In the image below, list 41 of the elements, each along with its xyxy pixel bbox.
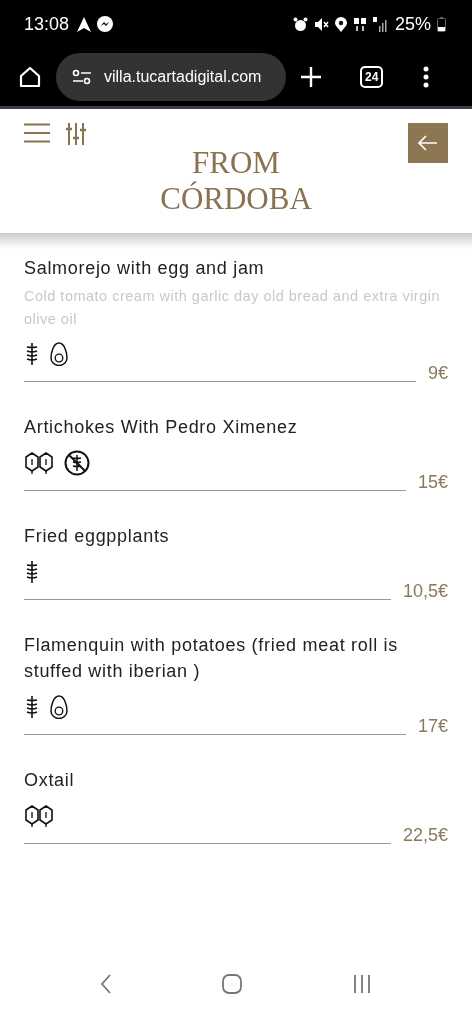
dish-name: Oxtail [24,769,76,792]
tab-count-button[interactable]: 24 [360,66,384,88]
signal-icon [372,16,389,32]
dish-price: 15€ [417,472,448,493]
navigation-icon [77,16,92,32]
wheat-icon [24,695,40,719]
dish-name: Flamenquin with potatoes (fried meat roll is stuffed with iberian ) [24,634,399,683]
wheat-icon [24,560,40,584]
messenger-icon [97,16,114,32]
home-icon[interactable] [18,65,42,89]
location-icon [334,16,347,32]
alarm-icon [292,16,308,32]
status-time: 13:08 [24,13,70,35]
dish-price: 22,5€ [402,825,448,846]
site-settings-icon[interactable] [72,69,92,85]
filter-icon[interactable] [66,123,86,145]
back-nav-icon[interactable] [100,974,112,994]
dish-name: Salmorejo with egg and jam [24,257,266,280]
battery-percent: 25% [394,13,431,35]
page-title-line: CÓRDOBA [160,181,312,217]
battery-icon [437,16,446,32]
no-wheat-icon [64,450,90,476]
url-text: villa.tucartadigital.com [104,68,262,86]
new-tab-icon[interactable] [300,66,322,88]
egg-icon [50,342,68,366]
recents-nav-icon[interactable] [352,974,372,994]
back-arrow-icon [418,135,438,151]
dish-price: 17€ [417,716,448,737]
more-icon[interactable] [423,66,430,88]
home-nav-icon[interactable] [222,974,242,994]
back-button[interactable] [408,123,448,163]
address-bar[interactable]: villa.tucartadigital.com [56,53,286,101]
dish-name: Fried eggpplants [24,525,171,548]
mute-icon [313,16,329,32]
page-title-line: FROM [192,145,280,181]
egg-icon [50,695,68,719]
dish-name: Artichokes With Pedro Ximenez [24,416,299,439]
dish-price: 9€ [427,363,448,384]
wheat-icon [24,342,40,366]
menu-icon[interactable] [24,123,50,143]
dish-price: 10,5€ [402,581,448,602]
